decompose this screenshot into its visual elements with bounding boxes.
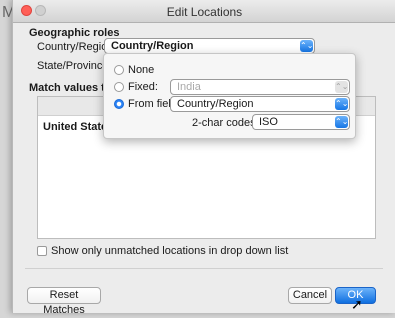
chevron-updown-icon: ⌃⌄ (335, 98, 349, 110)
fixed-value: India (177, 81, 201, 93)
title-bar: Edit Locations (13, 0, 395, 23)
edit-locations-dialog: Edit Locations Geographic roles Country/… (12, 0, 395, 316)
chevron-updown-icon: ⌃⌄ (335, 81, 349, 93)
two-char-codes-label: 2-char codes: (192, 117, 259, 129)
none-radio[interactable] (114, 65, 124, 75)
divider (25, 268, 383, 269)
chevron-updown-icon: ⌃⌄ (300, 40, 314, 52)
cancel-button[interactable]: Cancel (288, 287, 332, 304)
fixed-radio[interactable] (114, 82, 124, 92)
fixed-radio-label: Fixed: (128, 81, 158, 93)
country-region-select-value: Country/Region (111, 40, 194, 52)
none-radio-label: None (128, 64, 155, 76)
from-field-value: Country/Region (177, 98, 254, 110)
fixed-value-select[interactable]: India ⌃⌄ (170, 79, 350, 95)
show-unmatched-checkbox[interactable] (37, 246, 47, 256)
reset-matches-button[interactable]: Reset Matches (27, 287, 101, 316)
two-char-codes-value: ISO (259, 116, 278, 128)
from-field-select[interactable]: Country/Region ⌃⌄ (170, 96, 350, 112)
from-field-radio[interactable] (114, 99, 124, 109)
chevron-updown-icon: ⌃⌄ (335, 116, 349, 128)
country-region-select[interactable]: Country/Region ⌃⌄ (104, 38, 315, 54)
state-province-label: State/Province: (37, 60, 112, 72)
window-title: Edit Locations (166, 5, 243, 19)
two-char-codes-select[interactable]: ISO ⌃⌄ (252, 114, 350, 130)
mouse-pointer-icon: ➚ (351, 296, 363, 312)
show-unmatched-label: Show only unmatched locations in drop do… (51, 245, 289, 257)
location-options-popover: None Fixed: India ⌃⌄ From field: Country… (103, 53, 356, 139)
